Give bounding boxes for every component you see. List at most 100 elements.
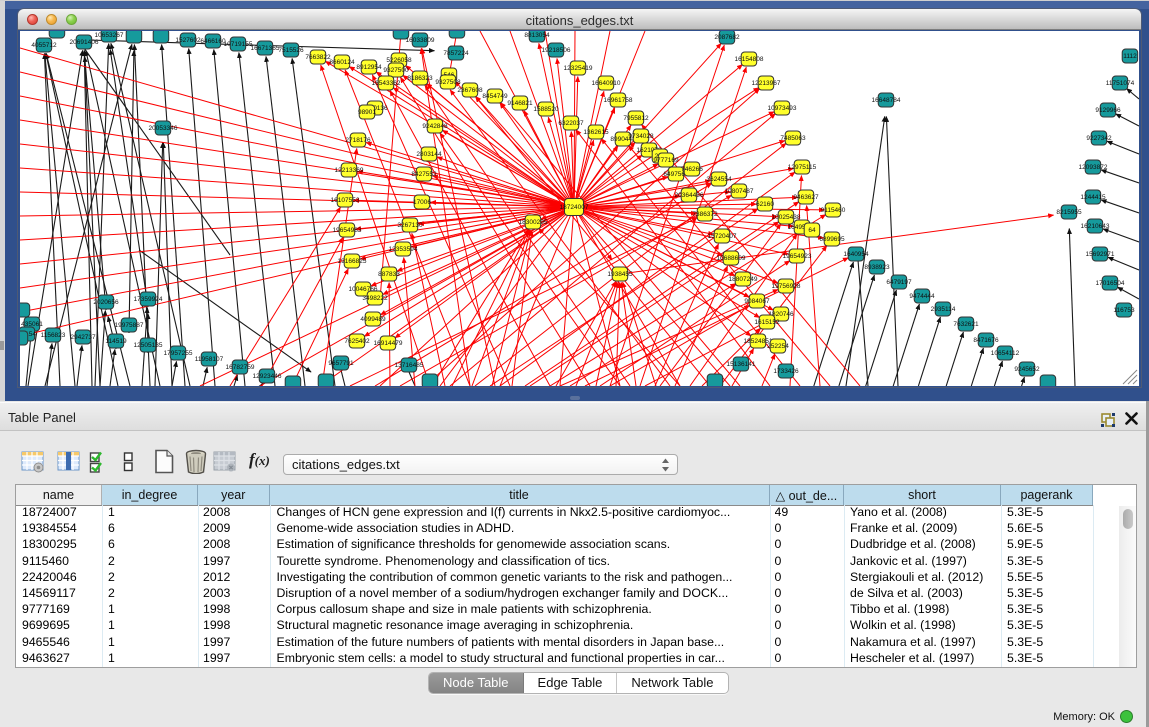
svg-text:9474444: 9474444 (909, 293, 935, 300)
svg-text:16210643: 16210643 (1081, 223, 1110, 230)
svg-text:7515526: 7515526 (278, 47, 304, 54)
svg-text:8938923: 8938923 (864, 264, 890, 271)
svg-text:12213967: 12213967 (752, 80, 781, 87)
svg-text:2803144: 2803144 (416, 151, 442, 158)
svg-text:10807487: 10807487 (725, 188, 754, 195)
svg-text:887833: 887833 (378, 271, 400, 278)
svg-text:1938455: 1938455 (607, 271, 633, 278)
svg-text:18724007: 18724007 (560, 204, 589, 211)
svg-text:98901: 98901 (358, 109, 376, 116)
svg-text:6466160: 6466160 (200, 38, 226, 45)
svg-text:18300295: 18300295 (519, 219, 548, 226)
svg-text:16671365: 16671365 (251, 45, 280, 52)
svg-text:15720407: 15720407 (708, 233, 737, 240)
svg-text:9245652: 9245652 (1014, 366, 1040, 373)
svg-text:10719155: 10719155 (224, 41, 253, 48)
svg-text:12505135: 12505135 (134, 342, 163, 349)
svg-text:20691406: 20691406 (70, 39, 99, 46)
svg-text:1244415: 1244415 (1080, 194, 1106, 201)
svg-text:9327508: 9327508 (435, 79, 461, 86)
svg-text:1527602: 1527602 (175, 37, 201, 44)
svg-text:10973493: 10973493 (768, 105, 797, 112)
svg-text:7632621: 7632621 (953, 321, 979, 328)
svg-text:4055712: 4055712 (31, 42, 57, 49)
svg-text:1640954: 1640954 (843, 251, 869, 258)
svg-text:17016504: 17016504 (1096, 280, 1125, 287)
svg-text:19756928: 19756928 (772, 283, 801, 290)
svg-text:2087682: 2087682 (714, 34, 740, 41)
svg-text:116753: 116753 (1113, 307, 1135, 314)
svg-text:16914479: 16914479 (374, 340, 403, 347)
svg-text:2367608: 2367608 (457, 87, 483, 94)
svg-text:9242848: 9242848 (422, 123, 448, 130)
svg-text:8215955: 8215955 (1056, 209, 1082, 216)
svg-text:8471676: 8471676 (973, 337, 999, 344)
svg-text:9777169: 9777169 (653, 157, 679, 164)
svg-text:16782759: 16782759 (226, 364, 255, 371)
svg-text:12213369: 12213369 (335, 167, 364, 174)
svg-text:16640910: 16640910 (592, 80, 621, 87)
svg-text:2718176: 2718176 (345, 137, 371, 144)
svg-text:13716485: 13716485 (395, 362, 424, 369)
svg-text:9734028: 9734028 (628, 133, 654, 140)
svg-text:7386372: 7386372 (692, 211, 718, 218)
svg-text:746266: 746266 (681, 166, 703, 173)
svg-text:1588520: 1588520 (533, 106, 559, 113)
svg-text:8186323: 8186323 (407, 75, 433, 82)
svg-text:1156823: 1156823 (41, 332, 66, 339)
svg-text:9115460: 9115460 (821, 207, 846, 214)
svg-text:19654923: 19654923 (783, 253, 812, 260)
svg-text:6899695: 6899695 (819, 236, 845, 243)
svg-text:6322037: 6322037 (558, 120, 584, 127)
svg-text:9146821: 9146821 (507, 100, 533, 107)
svg-text:6479197: 6479197 (886, 279, 912, 286)
svg-text:10653267: 10653267 (95, 32, 124, 39)
svg-text:16154808: 16154808 (735, 56, 764, 63)
svg-text:12975115: 12975115 (788, 164, 817, 171)
svg-text:7955812: 7955812 (623, 115, 649, 122)
svg-text:2935114: 2935114 (931, 306, 956, 313)
svg-text:19975887: 19975887 (115, 322, 144, 329)
svg-text:252254: 252254 (767, 343, 789, 350)
svg-text:11751074: 11751074 (1106, 80, 1135, 87)
svg-text:8427552: 8427552 (411, 171, 437, 178)
svg-text:64: 64 (808, 227, 816, 234)
svg-text:10688609: 10688609 (717, 255, 746, 262)
svg-text:16107553: 16107553 (331, 197, 360, 204)
svg-text:8912954: 8912954 (356, 64, 382, 71)
svg-text:15136141: 15136141 (727, 361, 756, 368)
svg-text:1112: 1112 (1123, 53, 1137, 60)
svg-text:18807249: 18807249 (729, 276, 758, 283)
svg-text:19654983: 19654983 (333, 227, 362, 234)
svg-text:1733426: 1733426 (773, 368, 799, 375)
svg-text:20364436: 20364436 (675, 192, 704, 199)
svg-text:3498222: 3498222 (362, 295, 388, 302)
svg-text:17957255: 17957255 (164, 350, 193, 357)
svg-text:20053346: 20053346 (149, 125, 178, 132)
svg-text:16648784: 16648784 (872, 97, 901, 104)
svg-text:3267130: 3267130 (397, 222, 423, 229)
svg-text:17006: 17006 (413, 199, 431, 206)
svg-text:16543362: 16543362 (372, 80, 401, 87)
svg-text:62160: 62160 (756, 201, 774, 208)
svg-text:3624554: 3624554 (706, 176, 732, 183)
svg-text:8660124: 8660124 (329, 59, 355, 66)
svg-text:114519: 114519 (105, 338, 127, 345)
svg-text:17359924: 17359924 (134, 296, 163, 303)
svg-text:1362615: 1362615 (583, 129, 609, 136)
svg-text:4099489: 4099489 (360, 316, 386, 323)
svg-text:11958107: 11958107 (195, 356, 224, 363)
svg-text:7663822: 7663822 (305, 54, 331, 61)
svg-text:8813054: 8813054 (524, 32, 550, 39)
svg-text:12923446: 12923446 (253, 373, 282, 380)
svg-text:10654112: 10654112 (991, 350, 1020, 357)
svg-text:7485063: 7485063 (780, 135, 806, 142)
svg-text:12325419: 12325419 (564, 65, 593, 72)
svg-text:12093872: 12093872 (1079, 164, 1108, 171)
svg-text:7857224: 7857224 (443, 50, 469, 57)
svg-text:2020656: 2020656 (93, 299, 119, 306)
svg-text:9327500: 9327500 (383, 67, 409, 74)
svg-text:7625402: 7625402 (344, 338, 370, 345)
svg-text:9227342: 9227342 (1086, 135, 1112, 142)
svg-text:1615152: 1615152 (754, 319, 780, 326)
